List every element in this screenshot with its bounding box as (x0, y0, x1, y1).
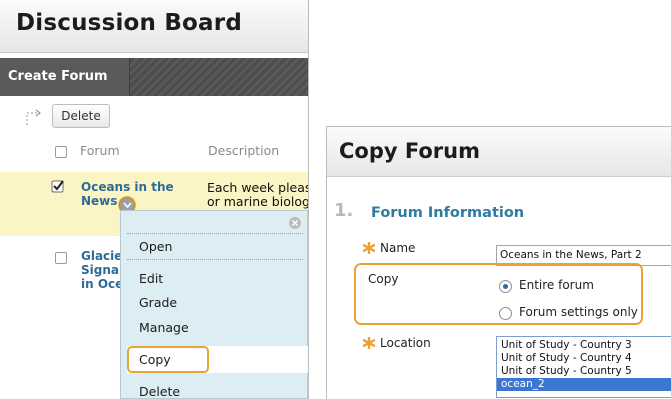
row-checkbox[interactable] (55, 252, 67, 264)
corner-arrow-icon (26, 109, 41, 125)
create-forum-button[interactable]: Create Forum (0, 58, 130, 96)
location-option[interactable]: Unit of Study - Country 5 (497, 365, 671, 378)
copy-forum-panel: Copy Forum 1. Forum Information Name Oce… (326, 126, 671, 399)
location-option[interactable]: Unit of Study - Country 4 (497, 352, 671, 365)
forum-link-oceans-line2[interactable]: News (81, 194, 117, 208)
forum-link-glacier-line3[interactable]: in Oce (81, 277, 123, 291)
forum-column-header[interactable]: Forum (80, 143, 120, 158)
radio-label-forum-settings-only[interactable]: Forum settings only (519, 305, 638, 319)
radio-entire-forum[interactable] (499, 280, 512, 293)
menu-divider (127, 233, 303, 234)
radio-label-entire-forum[interactable]: Entire forum (519, 278, 594, 292)
required-asterisk-icon (363, 242, 375, 254)
description-column-header[interactable]: Description (208, 143, 279, 158)
copy-label: Copy (368, 272, 399, 286)
menu-close-button[interactable] (289, 217, 301, 229)
action-bar: Create Forum (0, 58, 308, 96)
menu-item-edit[interactable]: Edit (139, 271, 163, 286)
step-number: 1. (334, 200, 354, 221)
location-label: Location (380, 336, 431, 350)
menu-item-delete[interactable]: Delete (139, 384, 180, 399)
close-icon (292, 220, 298, 226)
location-option-selected[interactable]: ocean_2 (497, 378, 671, 391)
row-checkbox[interactable] (51, 180, 64, 193)
required-asterisk-icon (363, 337, 375, 349)
page-title: Copy Forum (339, 139, 480, 163)
checkmark-icon (51, 180, 64, 193)
select-all-checkbox[interactable] (55, 146, 67, 158)
chevron-down-icon (123, 202, 132, 209)
page-header: Discussion Board (0, 0, 308, 53)
location-option[interactable]: Unit of Study - Country 3 (497, 339, 671, 352)
menu-item-manage[interactable]: Manage (139, 320, 189, 335)
page-title: Discussion Board (16, 10, 242, 36)
menu-divider (127, 259, 303, 260)
discussion-board-panel: Discussion Board Create Forum Delete For… (0, 0, 309, 399)
forum-description: Each week pleas (207, 180, 309, 195)
context-menu: Open Edit Grade Manage Copy Delete (120, 210, 308, 399)
name-label: Name (380, 241, 416, 255)
location-listbox[interactable]: Unit of Study - Country 3 Unit of Study … (496, 336, 671, 398)
menu-item-grade[interactable]: Grade (139, 295, 177, 310)
delete-button[interactable]: Delete (52, 104, 110, 128)
page-header: Copy Forum (327, 127, 671, 177)
forum-description-line2: or marine biolog (207, 194, 309, 209)
section-title: Forum Information (371, 205, 525, 221)
menu-item-open[interactable]: Open (139, 239, 172, 254)
copy-highlight-outline (127, 346, 209, 373)
forum-link-glacier-line2[interactable]: Signal (81, 263, 123, 277)
radio-forum-settings-only[interactable] (499, 307, 512, 320)
forum-link-oceans[interactable]: Oceans in the (81, 180, 174, 194)
